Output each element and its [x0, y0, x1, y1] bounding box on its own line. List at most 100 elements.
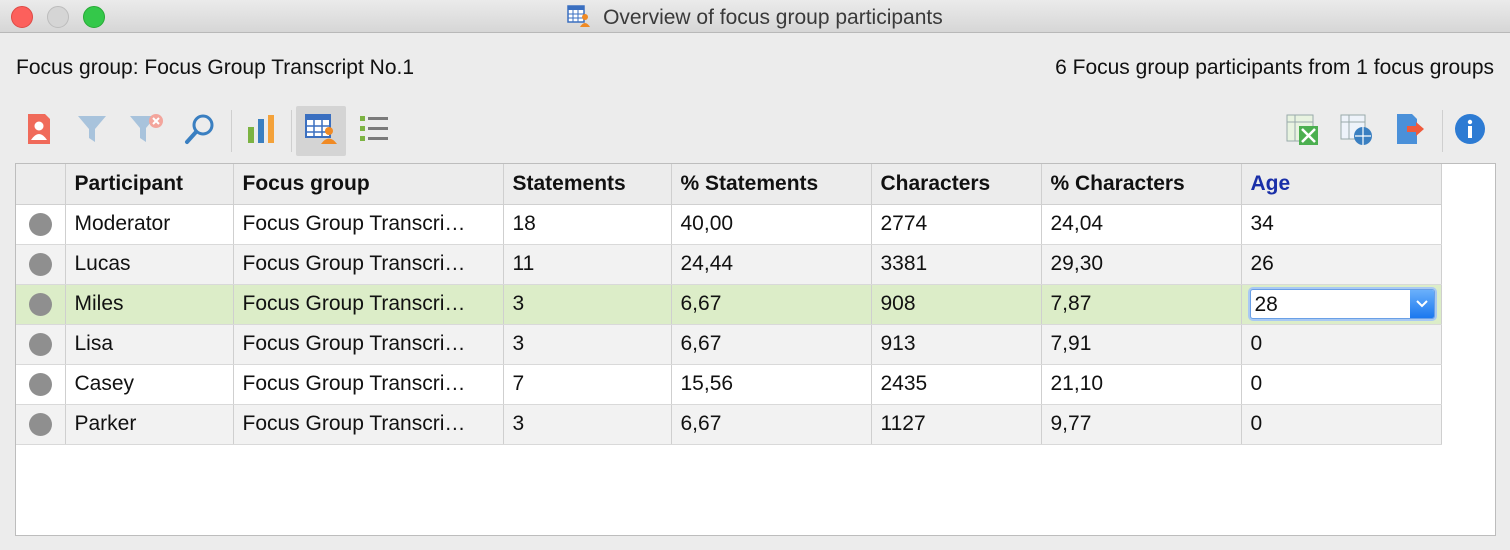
focus-group-cell[interactable]: Focus Group Transcri…	[233, 364, 504, 405]
pct-characters-cell[interactable]: 7,87	[1041, 284, 1242, 325]
export-icon	[1394, 112, 1426, 151]
column-header-focus-group[interactable]: Focus group	[233, 164, 504, 205]
participants-table: Participant Focus group Statements % Sta…	[15, 163, 1496, 536]
chevron-down-icon[interactable]	[1409, 290, 1434, 318]
pct-statements-cell[interactable]: 24,44	[671, 244, 872, 285]
focus-group-label: Focus group: Focus Group Transcript No.1	[16, 56, 415, 79]
html-export-button[interactable]	[1331, 106, 1381, 156]
age-cell-editing: 28	[1241, 284, 1442, 325]
window-title-wrap: Overview of focus group participants	[0, 5, 1510, 33]
table-row[interactable]: Lucas Focus Group Transcri… 11 24,44 338…	[16, 244, 1442, 285]
column-header-pct-characters[interactable]: % Characters	[1041, 164, 1242, 205]
pct-characters-cell[interactable]: 21,10	[1041, 364, 1242, 405]
toolbar-separator	[291, 110, 292, 152]
statements-cell[interactable]: 18	[503, 204, 672, 245]
status-dot-icon	[28, 332, 52, 356]
pct-characters-cell[interactable]: 7,91	[1041, 324, 1242, 365]
age-cell[interactable]: 0	[1241, 364, 1442, 405]
pct-characters-cell[interactable]: 9,77	[1041, 404, 1242, 445]
statements-cell[interactable]: 3	[503, 404, 672, 445]
column-header-participant[interactable]: Participant	[65, 164, 234, 205]
info-button[interactable]	[1445, 106, 1495, 156]
characters-cell[interactable]: 2435	[871, 364, 1042, 405]
list-button[interactable]	[349, 106, 399, 156]
pct-statements-cell[interactable]: 15,56	[671, 364, 872, 405]
characters-cell[interactable]: 913	[871, 324, 1042, 365]
html-export-icon	[1339, 112, 1373, 151]
bar-chart-icon	[246, 113, 276, 150]
status-cell[interactable]	[16, 324, 66, 365]
toolbar-separator	[231, 110, 232, 152]
age-cell[interactable]: 0	[1241, 324, 1442, 365]
participant-cell[interactable]: Lisa	[65, 324, 234, 365]
toolbar-separator	[1442, 110, 1443, 152]
chart-button[interactable]	[236, 106, 286, 156]
characters-cell[interactable]: 1127	[871, 404, 1042, 445]
table-row-selected[interactable]: Miles Focus Group Transcri… 3 6,67 908 7…	[16, 284, 1442, 325]
list-icon	[358, 114, 390, 149]
status-cell[interactable]	[16, 364, 66, 405]
window-title: Overview of focus group participants	[603, 6, 943, 29]
participant-table-icon	[567, 5, 591, 33]
search-button[interactable]	[175, 106, 225, 156]
column-header-pct-statements[interactable]: % Statements	[671, 164, 872, 205]
pct-characters-cell[interactable]: 29,30	[1041, 244, 1242, 285]
remove-filter-button[interactable]	[121, 106, 171, 156]
column-header-characters[interactable]: Characters	[871, 164, 1042, 205]
status-dot-icon	[28, 292, 52, 316]
participant-table-button[interactable]	[296, 106, 346, 156]
characters-cell[interactable]: 2774	[871, 204, 1042, 245]
column-header-age[interactable]: Age	[1241, 164, 1442, 205]
statements-cell[interactable]: 3	[503, 324, 672, 365]
participants-summary: 6 Focus group participants from 1 focus …	[1055, 56, 1494, 79]
table-row[interactable]: Parker Focus Group Transcri… 3 6,67 1127…	[16, 404, 1442, 445]
participant-cell[interactable]: Casey	[65, 364, 234, 405]
participant-cell[interactable]: Lucas	[65, 244, 234, 285]
focus-group-cell[interactable]: Focus Group Transcri…	[233, 204, 504, 245]
status-column-header[interactable]	[16, 164, 66, 205]
table-row[interactable]: Lisa Focus Group Transcri… 3 6,67 913 7,…	[16, 324, 1442, 365]
table-row[interactable]: Moderator Focus Group Transcri… 18 40,00…	[16, 204, 1442, 245]
search-icon	[183, 112, 217, 151]
age-cell[interactable]: 34	[1241, 204, 1442, 245]
age-combobox[interactable]: 28	[1249, 289, 1435, 319]
table-header-row: Participant Focus group Statements % Sta…	[16, 164, 1442, 205]
status-dot-icon	[28, 212, 52, 236]
pct-characters-cell[interactable]: 24,04	[1041, 204, 1242, 245]
status-cell[interactable]	[16, 244, 66, 285]
participant-icon	[25, 112, 53, 151]
characters-cell[interactable]: 908	[871, 284, 1042, 325]
status-cell[interactable]	[16, 284, 66, 325]
excel-export-icon	[1285, 112, 1319, 151]
focus-group-cell[interactable]: Focus Group Transcri…	[233, 244, 504, 285]
age-cell[interactable]: 26	[1241, 244, 1442, 285]
statements-cell[interactable]: 11	[503, 244, 672, 285]
focus-group-cell[interactable]: Focus Group Transcri…	[233, 404, 504, 445]
status-dot-icon	[28, 252, 52, 276]
pct-statements-cell[interactable]: 6,67	[671, 404, 872, 445]
info-icon	[1454, 113, 1486, 150]
participant-cell[interactable]: Moderator	[65, 204, 234, 245]
pct-statements-cell[interactable]: 6,67	[671, 284, 872, 325]
statements-cell[interactable]: 7	[503, 364, 672, 405]
age-combobox-value: 28	[1254, 293, 1278, 316]
column-header-statements[interactable]: Statements	[503, 164, 672, 205]
focus-group-cell[interactable]: Focus Group Transcri…	[233, 284, 504, 325]
status-cell[interactable]	[16, 204, 66, 245]
excel-export-button[interactable]	[1277, 106, 1327, 156]
pct-statements-cell[interactable]: 6,67	[671, 324, 872, 365]
focus-group-cell[interactable]: Focus Group Transcri…	[233, 324, 504, 365]
filter-icon	[76, 113, 108, 150]
participant-button[interactable]	[14, 106, 64, 156]
table-row[interactable]: Casey Focus Group Transcri… 7 15,56 2435…	[16, 364, 1442, 405]
export-button[interactable]	[1385, 106, 1435, 156]
pct-statements-cell[interactable]: 40,00	[671, 204, 872, 245]
filter-button[interactable]	[67, 106, 117, 156]
participant-cell[interactable]: Miles	[65, 284, 234, 325]
statements-cell[interactable]: 3	[503, 284, 672, 325]
remove-filter-icon	[128, 112, 164, 151]
status-cell[interactable]	[16, 404, 66, 445]
participant-cell[interactable]: Parker	[65, 404, 234, 445]
characters-cell[interactable]: 3381	[871, 244, 1042, 285]
age-cell[interactable]: 0	[1241, 404, 1442, 445]
